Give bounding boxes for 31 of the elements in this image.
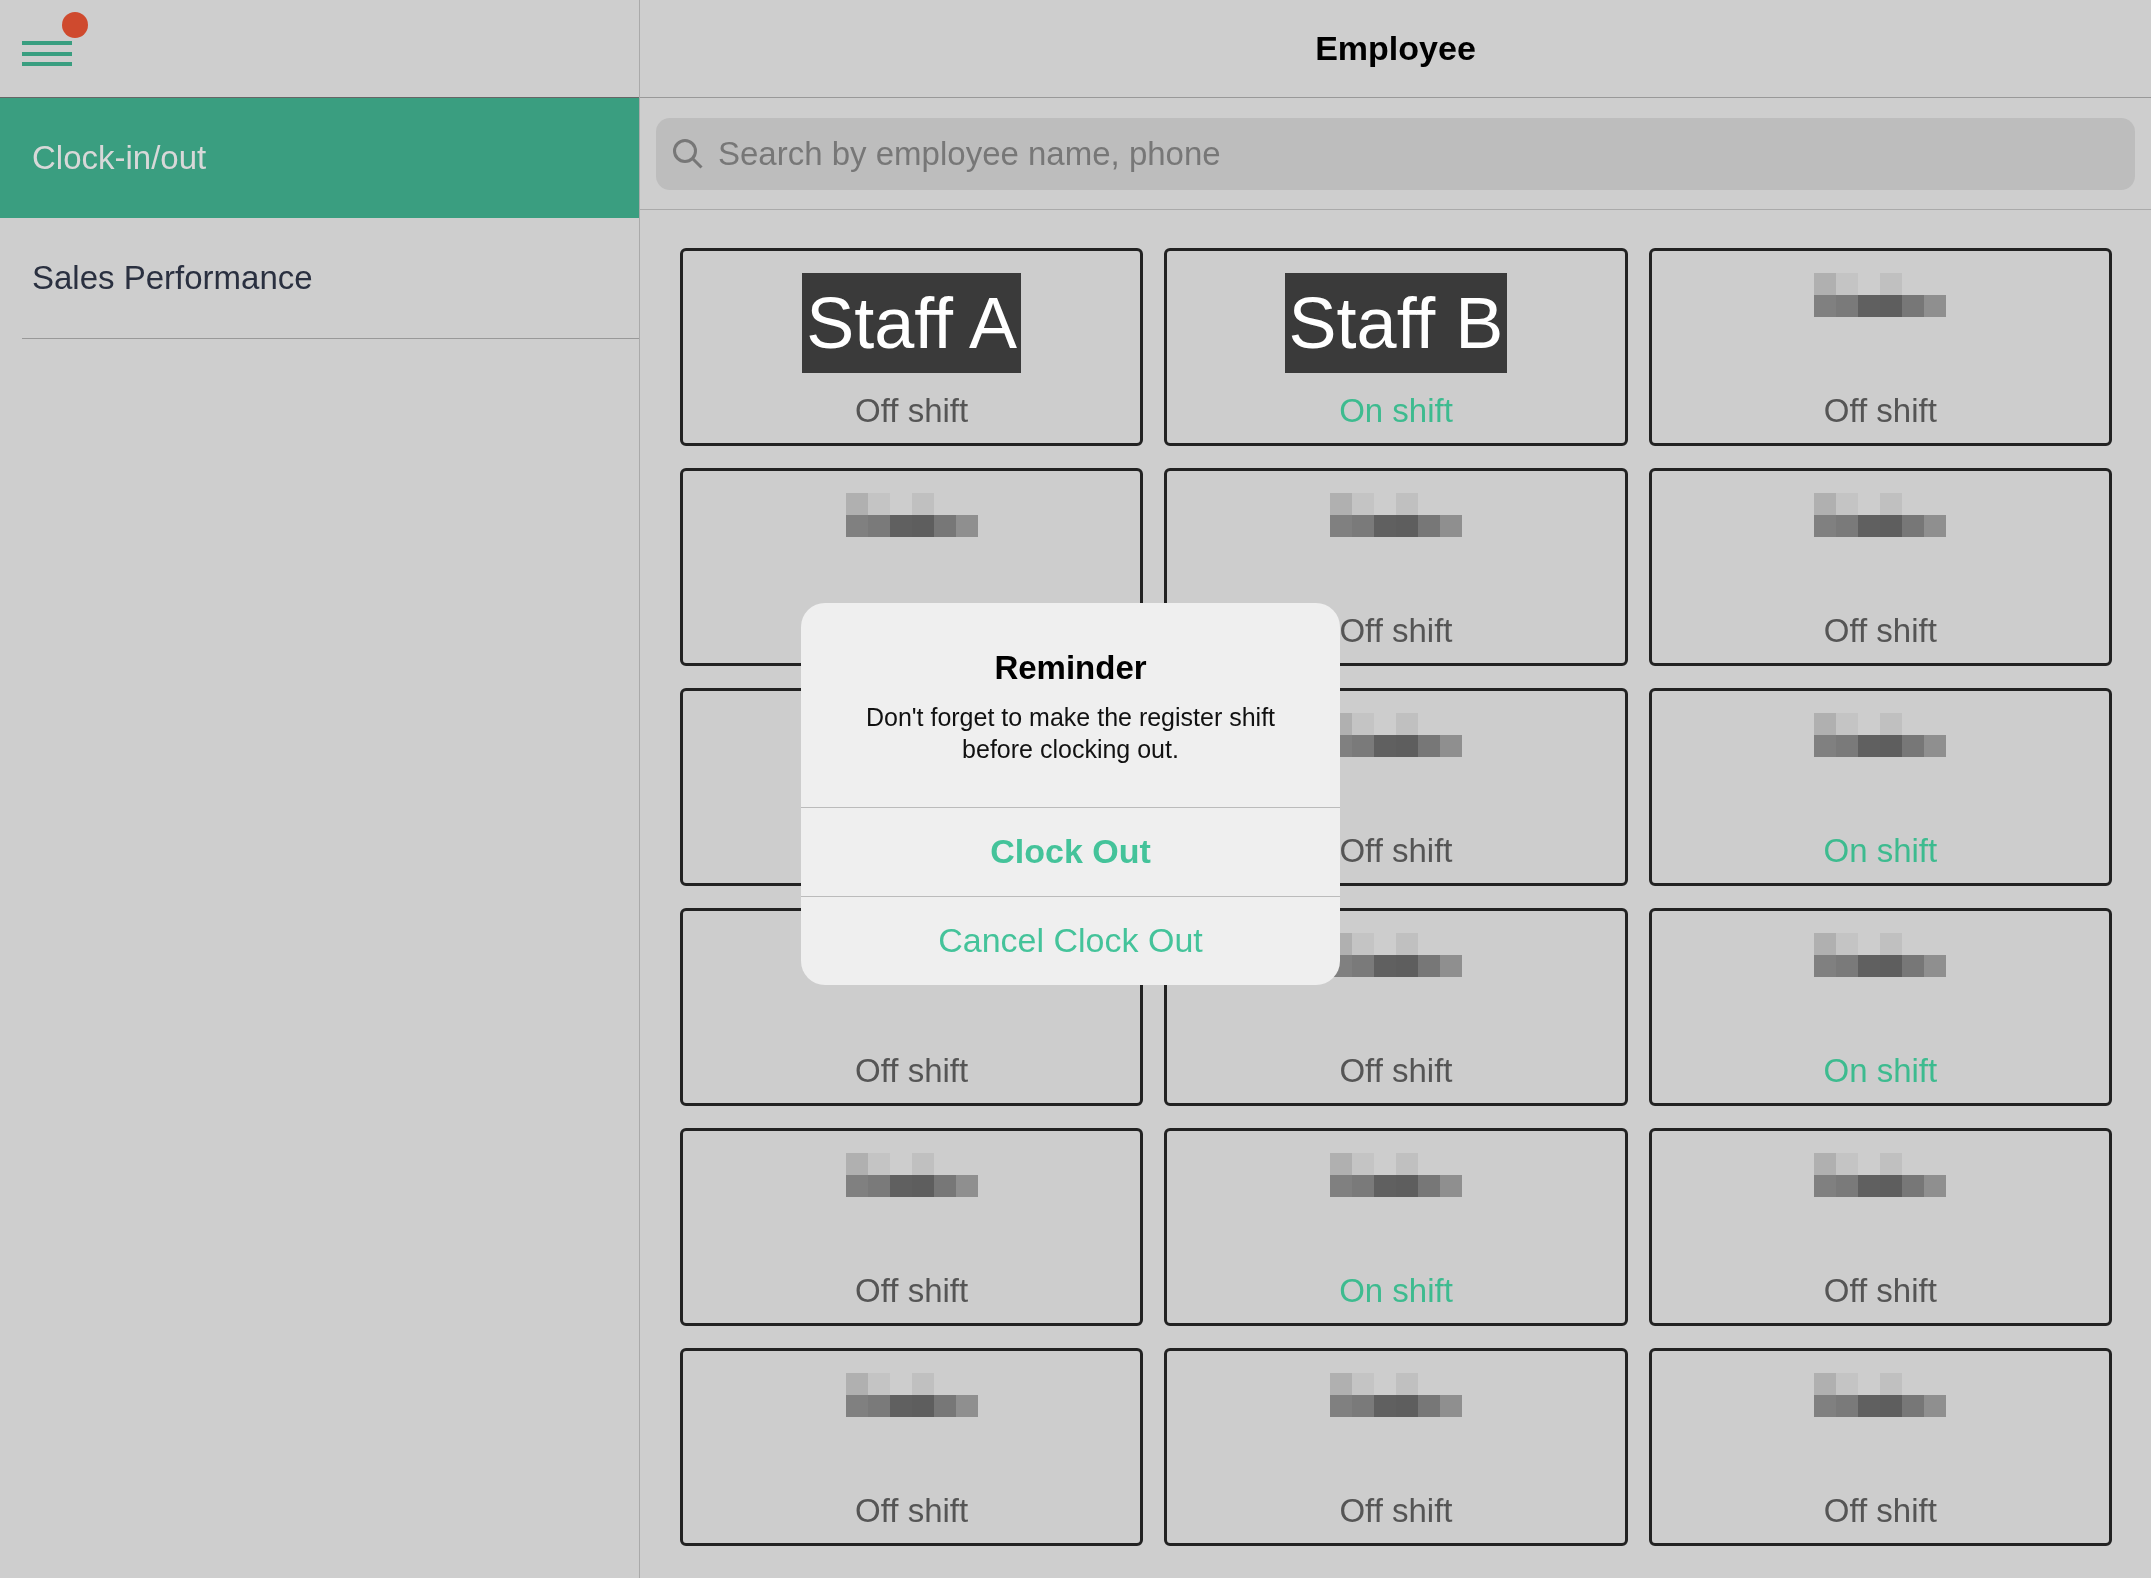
employee-card[interactable]: Staff B On shift [1164, 248, 1628, 446]
shift-status: On shift [1339, 1271, 1453, 1311]
shift-status: Off shift [855, 1491, 969, 1531]
employee-card[interactable]: Off shift [680, 1348, 1144, 1546]
shift-status: Off shift [855, 391, 969, 431]
employee-card[interactable]: Off shift [1648, 248, 2112, 446]
search-field[interactable]: Search by employee name, phone [656, 117, 2135, 190]
employee-card[interactable]: Staff A Off shift [680, 248, 1144, 446]
staff-name-label: Staff B [1284, 273, 1508, 373]
staff-name-label: Staff A [802, 273, 1022, 373]
employee-card[interactable]: Off shift [1648, 1348, 2112, 1546]
dialog-title: Reminder [994, 648, 1147, 688]
employee-card[interactable]: Off shift [1648, 468, 2112, 666]
employee-card[interactable]: Off shift [680, 1128, 1144, 1326]
shift-status: Off shift [1339, 1051, 1453, 1091]
shift-status: On shift [1823, 831, 1938, 871]
shift-status: Off shift [1823, 1271, 1937, 1311]
shift-status: Off shift [1823, 611, 1937, 651]
shift-status: Off shift [1339, 1491, 1453, 1531]
shift-status: On shift [1823, 1051, 1938, 1091]
shift-status: On shift [1339, 391, 1453, 431]
shift-status: Off shift [1823, 391, 1937, 431]
shift-status: Off shift [855, 1271, 969, 1311]
sidebar-item[interactable]: Sales Performance [0, 218, 639, 338]
employee-card[interactable]: Off shift [1164, 1348, 1628, 1546]
shift-status: Off shift [1339, 611, 1453, 651]
page-title: Employee [1315, 28, 1476, 69]
shift-status: Off shift [1339, 831, 1453, 871]
employee-card[interactable]: Off shift [1648, 1128, 2112, 1326]
shift-status: Off shift [1823, 1491, 1937, 1531]
shift-status: Off shift [855, 1051, 969, 1091]
